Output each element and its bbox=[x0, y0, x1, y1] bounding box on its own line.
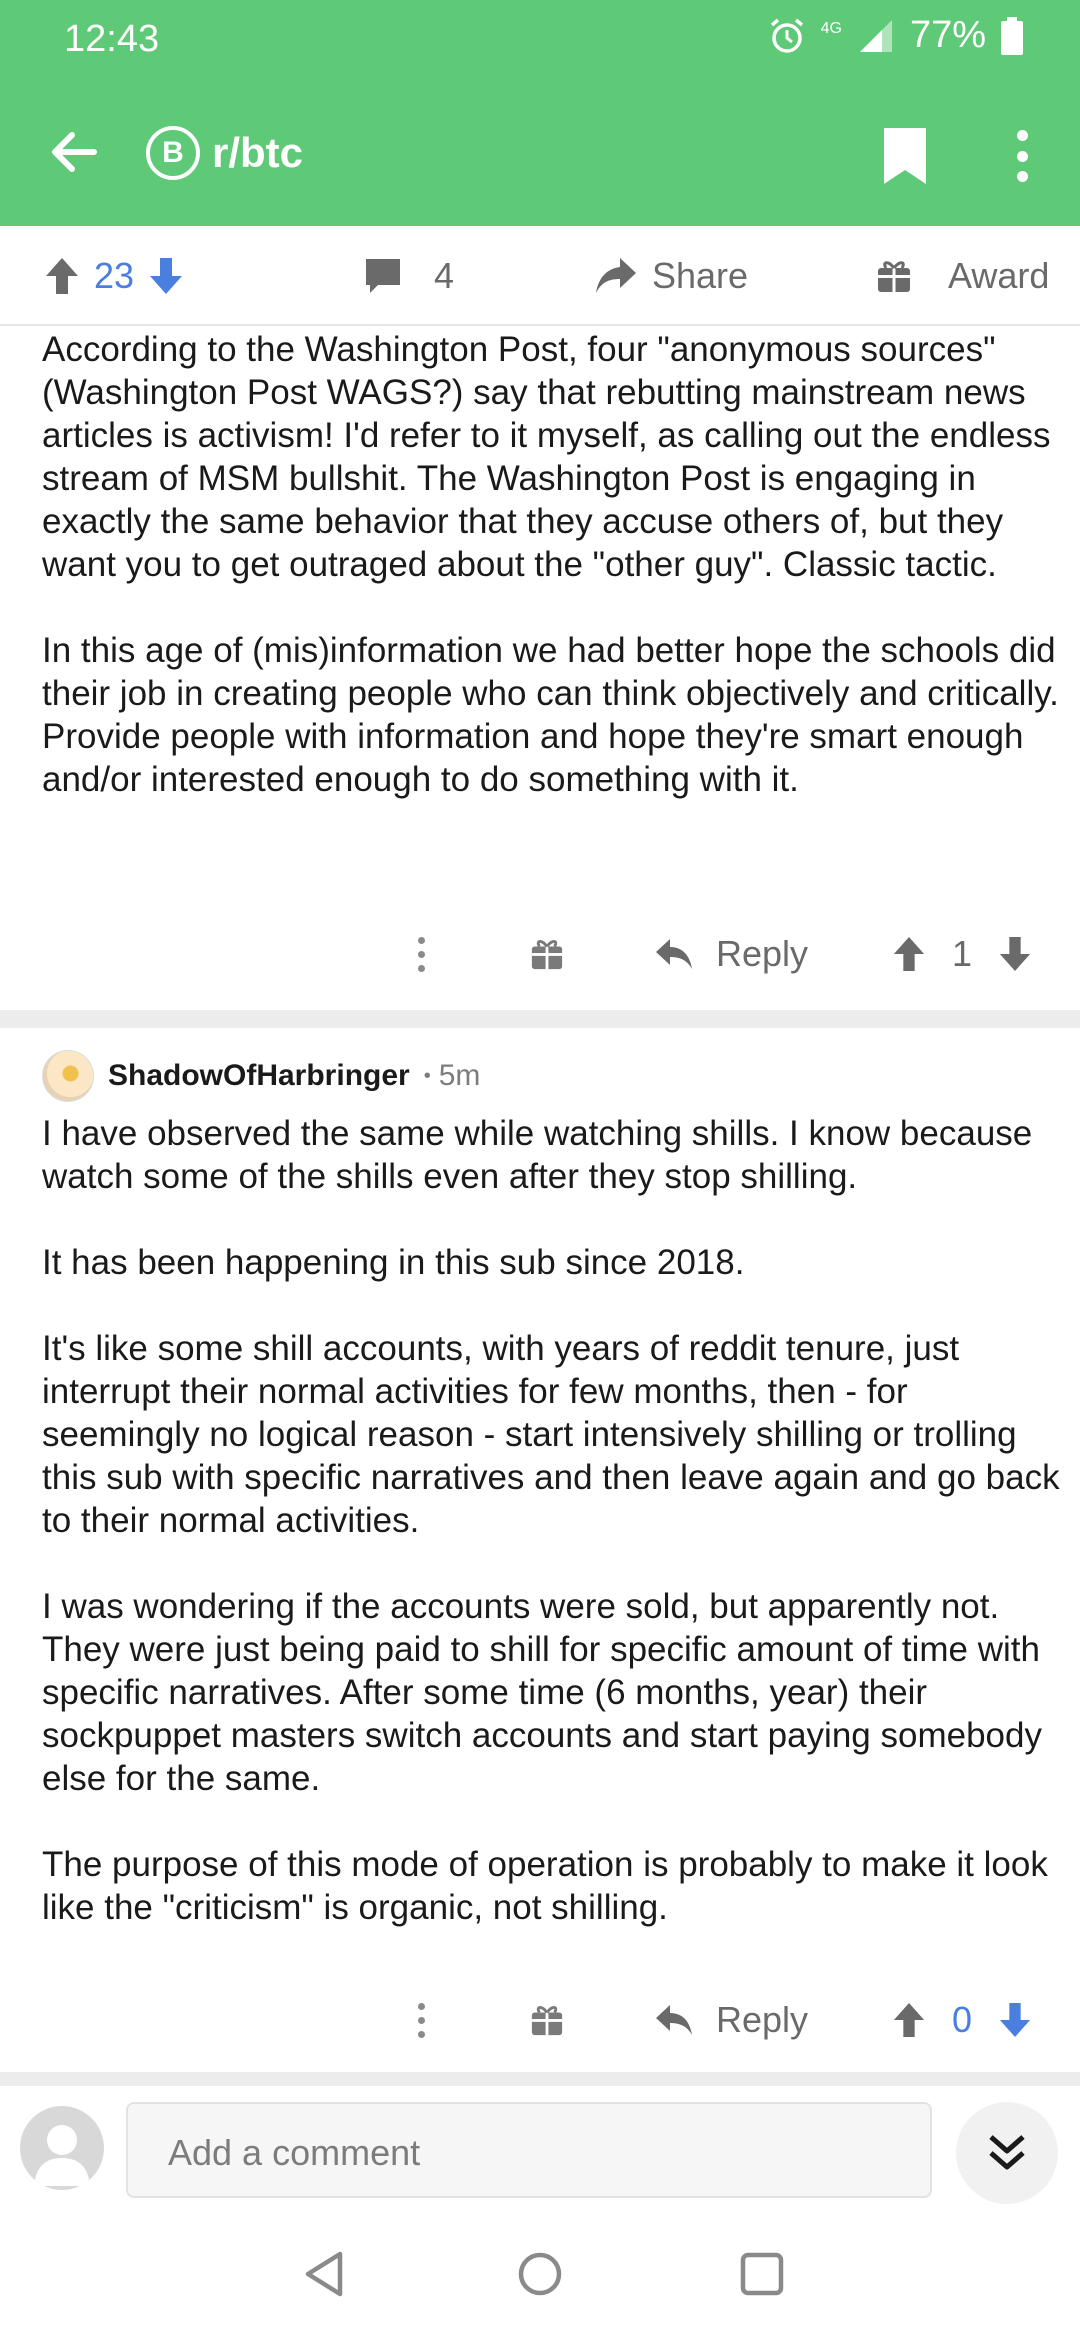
comment-header: ShadowOfHarbringer • 5m bbox=[42, 1050, 480, 1102]
more-vert-icon bbox=[1016, 130, 1028, 141]
header: 12:43 4G 77% B r/btc bbox=[0, 0, 1080, 226]
battery-percent: 77% bbox=[909, 14, 986, 56]
system-nav-bar bbox=[0, 2216, 1080, 2340]
share-icon bbox=[596, 258, 636, 293]
comment-paragraph: I have observed the same while watching … bbox=[42, 1114, 1033, 1196]
downvote-icon[interactable] bbox=[148, 256, 184, 296]
award-icon bbox=[531, 2006, 563, 2036]
nav-recents-icon bbox=[740, 2252, 784, 2296]
bookmark-button[interactable] bbox=[880, 126, 936, 186]
add-comment-input[interactable]: Add a comment bbox=[126, 2102, 932, 2198]
comment-author[interactable]: ShadowOfHarbringer bbox=[108, 1059, 410, 1093]
comment-paragraph: The purpose of this mode of operation is… bbox=[42, 1845, 1048, 1927]
award-button[interactable]: Award bbox=[876, 246, 1049, 306]
post-vote: 23 bbox=[44, 246, 184, 306]
award-label: Award bbox=[948, 255, 1050, 296]
comment-vote: 0 bbox=[892, 1990, 1032, 2050]
post-action-bar: 23 4 Share Award bbox=[0, 226, 1080, 326]
reply-button[interactable]: Reply bbox=[654, 1990, 808, 2050]
network-label: 4G bbox=[820, 20, 842, 37]
comment-paragraph: In this age of (mis)information we had b… bbox=[42, 631, 1059, 799]
reply-icon bbox=[656, 2005, 692, 2035]
comment-body: According to the Washington Post, four "… bbox=[42, 328, 1062, 801]
status-icons: 4G 77% bbox=[767, 14, 1024, 57]
back-button[interactable] bbox=[44, 122, 104, 182]
comment-age: 5m bbox=[438, 1059, 481, 1092]
status-time: 12:43 bbox=[64, 18, 160, 60]
award-icon bbox=[878, 261, 910, 292]
comment-more-button[interactable] bbox=[418, 924, 425, 984]
comment-body: I have observed the same while watching … bbox=[42, 1112, 1062, 1929]
comment-divider bbox=[0, 2072, 1080, 2086]
chevron-double-down-icon bbox=[989, 2135, 1025, 2170]
share-label: Share bbox=[652, 255, 749, 296]
nav-back-icon bbox=[305, 2251, 343, 2297]
user-avatar[interactable] bbox=[20, 2106, 104, 2190]
upvote-icon[interactable] bbox=[892, 935, 926, 973]
award-icon bbox=[531, 940, 563, 970]
reply-icon bbox=[656, 939, 692, 969]
downvote-icon[interactable] bbox=[998, 935, 1032, 973]
user-icon bbox=[34, 2125, 90, 2186]
post-score: 23 bbox=[94, 255, 135, 296]
nav-home-icon bbox=[518, 2252, 562, 2296]
comment-score: 0 bbox=[952, 1999, 973, 2040]
reply-label: Reply bbox=[716, 1999, 809, 2040]
upvote-icon[interactable] bbox=[44, 256, 80, 296]
status-bar: 12:43 4G 77% bbox=[0, 0, 1080, 80]
downvote-icon[interactable] bbox=[998, 2001, 1032, 2039]
comment-award-button[interactable] bbox=[530, 1990, 564, 2050]
nav-back-button[interactable] bbox=[294, 2244, 354, 2304]
comment-award-button[interactable] bbox=[530, 924, 564, 984]
comment-actions: Reply 1 bbox=[0, 924, 1080, 984]
signal-icon bbox=[859, 19, 892, 52]
bookmark-icon bbox=[884, 128, 926, 184]
share-button[interactable]: Share bbox=[594, 246, 748, 306]
comment-more-button[interactable] bbox=[418, 1990, 425, 2050]
more-options-button[interactable] bbox=[1000, 126, 1044, 186]
comments-button[interactable]: 4 bbox=[364, 246, 454, 306]
subreddit-name: r/btc bbox=[212, 129, 304, 176]
comment-paragraph: I was wondering if the accounts were sol… bbox=[42, 1587, 1042, 1798]
app-bar: B r/btc bbox=[0, 100, 1080, 210]
comment-paragraph: According to the Washington Post, four "… bbox=[42, 330, 1051, 584]
reply-button[interactable]: Reply bbox=[654, 924, 808, 984]
bitcoin-icon: B bbox=[146, 126, 200, 180]
upvote-icon[interactable] bbox=[892, 2001, 926, 2039]
comment-actions: Reply 0 bbox=[0, 1990, 1080, 2050]
avatar[interactable] bbox=[42, 1050, 94, 1102]
battery-icon bbox=[1001, 16, 1023, 55]
nav-home-button[interactable] bbox=[510, 2244, 570, 2304]
comment-count: 4 bbox=[434, 255, 455, 296]
alarm-icon bbox=[770, 18, 803, 53]
comment-composer: Add a comment bbox=[0, 2086, 1080, 2216]
comment-paragraph: It's like some shill accounts, with year… bbox=[42, 1329, 1060, 1540]
back-arrow-icon bbox=[52, 132, 97, 172]
subreddit-link[interactable]: B r/btc bbox=[146, 126, 303, 180]
more-vert-icon bbox=[418, 936, 425, 972]
comment-paragraph: It has been happening in this sub since … bbox=[42, 1243, 745, 1282]
comment-score: 1 bbox=[952, 933, 973, 974]
collapse-comments-button[interactable] bbox=[956, 2102, 1058, 2204]
comment-separator: • bbox=[423, 1064, 431, 1087]
nav-recents-button[interactable] bbox=[732, 2244, 792, 2304]
comment-vote: 1 bbox=[892, 924, 1032, 984]
reply-label: Reply bbox=[716, 933, 809, 974]
comment-icon bbox=[366, 259, 400, 293]
comment-divider bbox=[0, 1010, 1080, 1028]
more-vert-icon bbox=[418, 2002, 425, 2038]
